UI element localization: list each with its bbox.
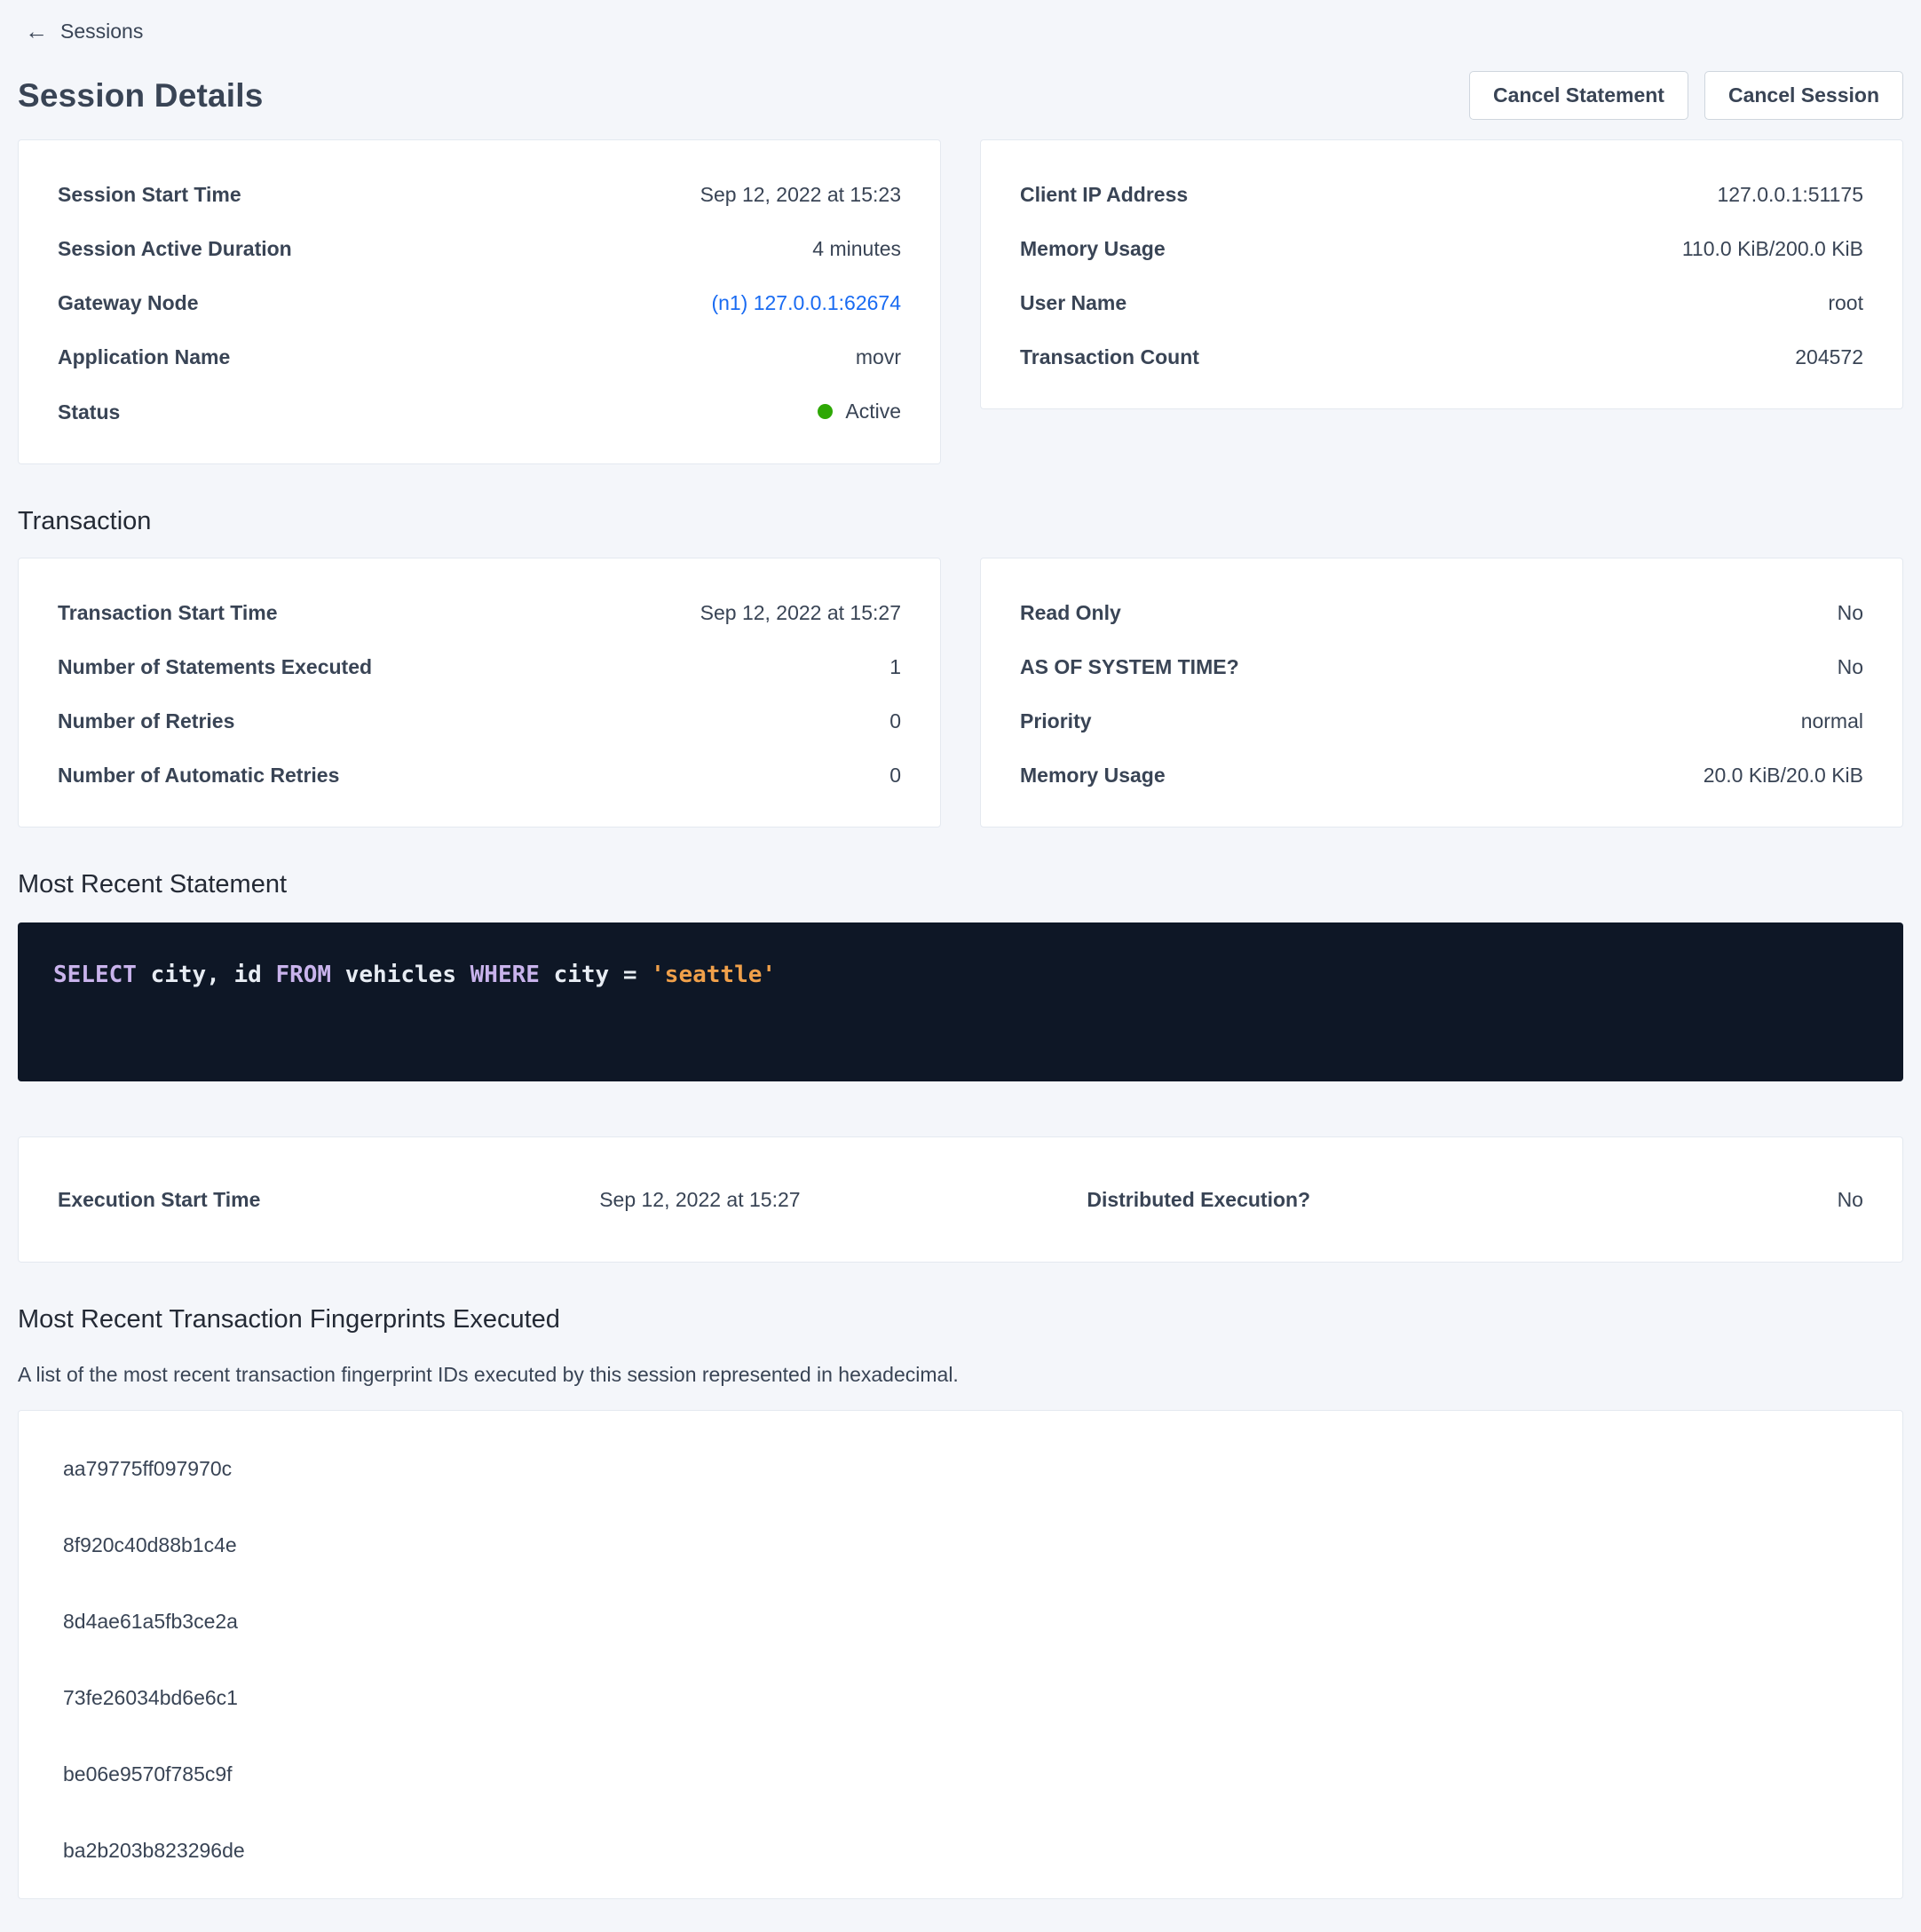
detail-row: Transaction Count 204572 — [1020, 345, 1863, 369]
detail-value: 0 — [889, 709, 901, 733]
detail-row: AS OF SYSTEM TIME? No — [1020, 655, 1863, 679]
fingerprints-section-heading: Most Recent Transaction Fingerprints Exe… — [18, 1305, 1903, 1334]
detail-value: 127.0.0.1:51175 — [1717, 183, 1863, 207]
page-title: Session Details — [18, 77, 264, 115]
detail-row: Client IP Address 127.0.0.1:51175 — [1020, 183, 1863, 207]
sql-string-literal: 'seattle' — [651, 962, 776, 988]
detail-value: normal — [1801, 709, 1863, 733]
fingerprint-item: 8f920c40d88b1c4e — [63, 1533, 1863, 1557]
detail-row: Number of Automatic Retries 0 — [58, 764, 901, 788]
fingerprints-description: A list of the most recent transaction fi… — [18, 1363, 1903, 1387]
session-summary-cards: Session Start Time Sep 12, 2022 at 15:23… — [18, 139, 1903, 464]
gateway-node-link[interactable]: (n1) 127.0.0.1:62674 — [711, 291, 901, 315]
detail-label: Memory Usage — [1020, 764, 1166, 788]
detail-row: Transaction Start Time Sep 12, 2022 at 1… — [58, 601, 901, 625]
detail-label: Number of Automatic Retries — [58, 764, 339, 788]
detail-label: Number of Retries — [58, 709, 234, 733]
detail-value: No — [1838, 601, 1863, 625]
session-details-page: ← Sessions Session Details Cancel Statem… — [0, 0, 1921, 1899]
detail-label: Read Only — [1020, 601, 1121, 625]
transaction-card-right: Read Only No AS OF SYSTEM TIME? No Prior… — [980, 558, 1903, 827]
fingerprint-item: ba2b203b823296de — [63, 1839, 1863, 1863]
detail-row: Session Active Duration 4 minutes — [58, 237, 901, 261]
fingerprint-item: aa79775ff097970c — [63, 1457, 1863, 1481]
detail-row: Status Active — [58, 400, 901, 424]
detail-label: Number of Statements Executed — [58, 655, 372, 679]
detail-row: User Name root — [1020, 291, 1863, 315]
detail-value: 1 — [889, 655, 901, 679]
detail-label: Transaction Count — [1020, 345, 1199, 369]
sql-keyword: SELECT — [53, 962, 137, 988]
execution-card: Execution Start Time Sep 12, 2022 at 15:… — [18, 1136, 1903, 1263]
detail-value: movr — [856, 345, 901, 369]
sql-text: vehicles — [331, 962, 470, 988]
detail-label: Transaction Start Time — [58, 601, 278, 625]
detail-value: No — [1838, 655, 1863, 679]
detail-value: 0 — [889, 764, 901, 788]
sql-text: city = — [540, 962, 651, 988]
transaction-section-heading: Transaction — [18, 507, 1903, 536]
back-arrow-icon: ← — [25, 20, 48, 43]
detail-label: AS OF SYSTEM TIME? — [1020, 655, 1239, 679]
fingerprint-item: 73fe26034bd6e6c1 — [63, 1686, 1863, 1710]
detail-row: Session Start Time Sep 12, 2022 at 15:23 — [58, 183, 901, 207]
detail-value: 204572 — [1795, 345, 1863, 369]
fingerprints-card: aa79775ff097970c 8f920c40d88b1c4e 8d4ae6… — [18, 1410, 1903, 1899]
session-card-right: Client IP Address 127.0.0.1:51175 Memory… — [980, 139, 1903, 409]
breadcrumb[interactable]: ← Sessions — [18, 16, 1903, 46]
detail-value: Sep 12, 2022 at 15:27 — [599, 1188, 1087, 1212]
detail-label: Session Start Time — [58, 183, 241, 207]
detail-row: Memory Usage 20.0 KiB/20.0 KiB — [1020, 764, 1863, 788]
detail-row: Number of Statements Executed 1 — [58, 655, 901, 679]
detail-label: Memory Usage — [1020, 237, 1166, 261]
detail-row: Priority normal — [1020, 709, 1863, 733]
sql-statement: SELECT city, id FROM vehicles WHERE city… — [53, 962, 1868, 988]
fingerprint-item: be06e9570f785c9f — [63, 1762, 1863, 1786]
session-card-left: Session Start Time Sep 12, 2022 at 15:23… — [18, 139, 941, 464]
breadcrumb-label: Sessions — [60, 20, 143, 44]
cancel-session-button[interactable]: Cancel Session — [1704, 71, 1903, 120]
detail-row: Application Name movr — [58, 345, 901, 369]
detail-row: Gateway Node (n1) 127.0.0.1:62674 — [58, 291, 901, 315]
detail-row: Read Only No — [1020, 601, 1863, 625]
detail-label: Gateway Node — [58, 291, 199, 315]
page-header: Session Details Cancel Statement Cancel … — [18, 71, 1903, 120]
detail-row: Memory Usage 110.0 KiB/200.0 KiB — [1020, 237, 1863, 261]
detail-label: Session Active Duration — [58, 237, 292, 261]
cancel-statement-button[interactable]: Cancel Statement — [1469, 71, 1688, 120]
sql-keyword: WHERE — [470, 962, 540, 988]
transaction-cards: Transaction Start Time Sep 12, 2022 at 1… — [18, 558, 1903, 827]
detail-label: User Name — [1020, 291, 1127, 315]
detail-value: 110.0 KiB/200.0 KiB — [1682, 237, 1863, 261]
sql-keyword: FROM — [275, 962, 331, 988]
detail-label: Application Name — [58, 345, 230, 369]
sql-text: city, id — [137, 962, 276, 988]
statement-section-heading: Most Recent Statement — [18, 870, 1903, 899]
detail-label: Status — [58, 400, 120, 424]
detail-label: Execution Start Time — [58, 1188, 599, 1212]
status-text: Active — [845, 400, 901, 424]
detail-row: Number of Retries 0 — [58, 709, 901, 733]
detail-label: Client IP Address — [1020, 183, 1188, 207]
header-actions: Cancel Statement Cancel Session — [1469, 71, 1903, 120]
detail-label: Distributed Execution? — [1087, 1188, 1593, 1212]
status-badge: Active — [818, 400, 901, 424]
detail-label: Priority — [1020, 709, 1092, 733]
detail-value: Sep 12, 2022 at 15:27 — [700, 601, 901, 625]
detail-value: 20.0 KiB/20.0 KiB — [1704, 764, 1863, 788]
detail-value: 4 minutes — [812, 237, 901, 261]
sql-statement-block: SELECT city, id FROM vehicles WHERE city… — [18, 922, 1903, 1081]
detail-value: root — [1828, 291, 1863, 315]
status-dot-icon — [818, 404, 833, 419]
detail-value: Sep 12, 2022 at 15:23 — [700, 183, 901, 207]
transaction-card-left: Transaction Start Time Sep 12, 2022 at 1… — [18, 558, 941, 827]
fingerprint-item: 8d4ae61a5fb3ce2a — [63, 1610, 1863, 1634]
detail-value: No — [1593, 1188, 1863, 1212]
